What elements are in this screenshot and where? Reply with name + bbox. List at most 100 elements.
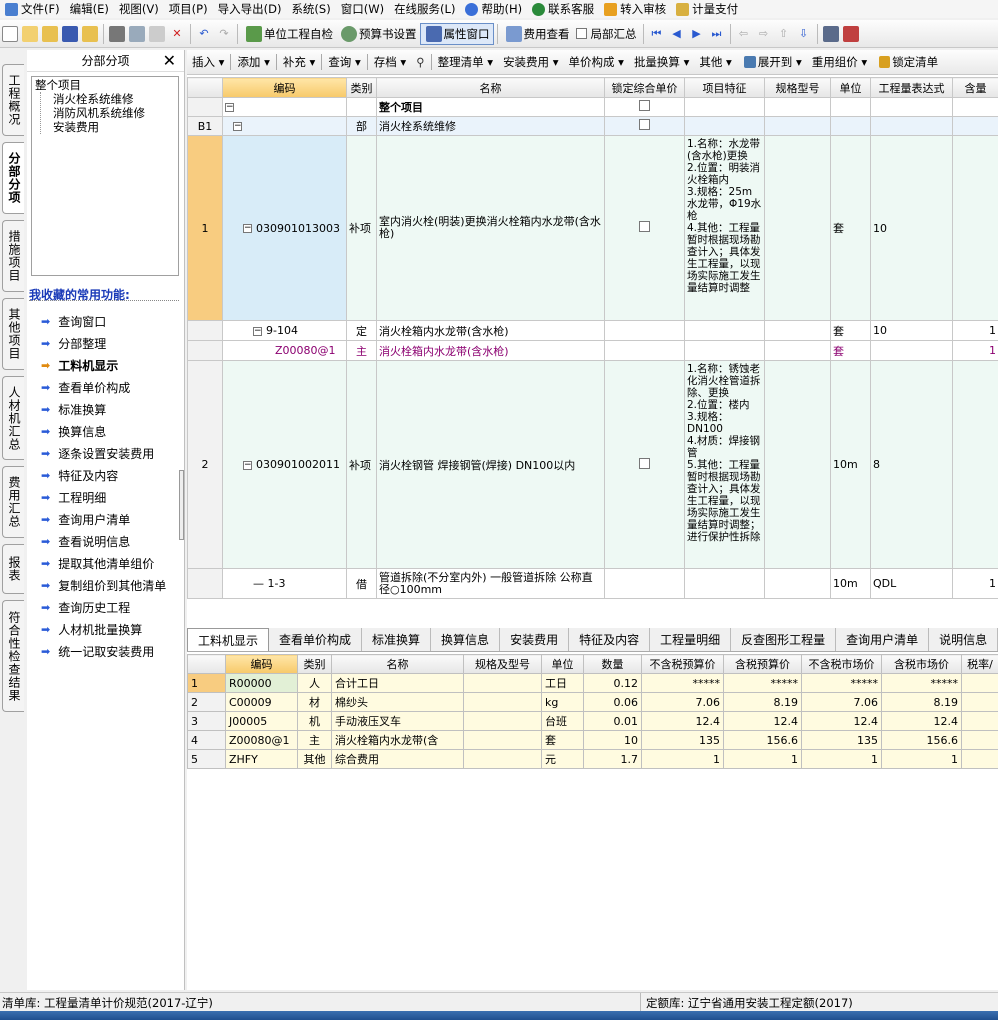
name-cell[interactable]: 合计工日 [331,673,464,693]
left-panel-splitter[interactable] [179,470,184,540]
archive-button[interactable]: 存档 ▾ [369,54,411,70]
menu-payment[interactable]: 计量支付 [671,0,743,18]
fav-division-organize[interactable]: ➡ 分部整理 [41,332,166,354]
unit-price-button[interactable]: 单价构成 ▾ [564,54,629,70]
type-cell[interactable]: 机 [297,711,332,731]
save-icon[interactable] [62,25,78,42]
table-row[interactable]: B1 − 部 消火栓系统维修 [187,116,998,136]
menu-project[interactable]: 项目(P) [164,0,213,18]
code-cell[interactable]: J00005 [225,711,298,731]
table-row[interactable]: 5 ZHFY 其他 综合费用 元 1.7 1 1 1 1 [187,749,998,769]
type-cell[interactable]: 材 [297,692,332,712]
price-cell[interactable]: 12.4 [881,711,962,731]
menu-system[interactable]: 系统(S) [286,0,335,18]
unit-cell[interactable]: 元 [541,749,584,769]
fav-unit-price[interactable]: ➡ 查看单价构成 [41,376,166,398]
sub-col-spec[interactable]: 规格及型号 [463,654,542,674]
redo-icon[interactable]: ↷ [216,26,232,42]
col-qty-expr[interactable]: 工程量表达式 [870,77,953,98]
tab-labor-material-summary[interactable]: 人材机汇总 [2,376,24,460]
table-row[interactable]: Z00080@1 主 消火栓箱内水龙带(含水枪) 套 1 [187,340,998,361]
tab-features[interactable]: 特征及内容 [569,628,651,651]
tree-item[interactable]: 安装费用 [53,120,175,134]
property-window-button[interactable]: 属性窗口 [419,22,494,45]
spec-cell[interactable] [463,692,542,712]
name-cell[interactable]: 消火栓箱内水龙带(含 [331,730,464,750]
tax-cell[interactable] [961,711,998,731]
unit-cell[interactable]: 台班 [541,711,584,731]
last-icon[interactable]: ⏭ [709,26,725,42]
tab-labor-material-display[interactable]: 工料机显示 [187,628,270,651]
table-row[interactable]: 2 C00009 材 棉纱头 kg 0.06 7.06 8.19 7.06 8.… [187,692,998,712]
type-cell[interactable]: 主 [297,730,332,750]
table-row[interactable]: 1 R00000 人 合计工日 工日 0.12 ***** ***** ****… [187,673,998,693]
fav-conversion-info[interactable]: ➡ 换算信息 [41,420,166,442]
unit-cell[interactable]: 工日 [541,673,584,693]
collapse-icon[interactable]: − [253,326,262,336]
fav-labor-material-display[interactable]: ➡ 工料机显示 [41,354,166,376]
batch-convert-button[interactable]: 批量换算 ▾ [629,54,694,70]
tab-report[interactable]: 报表 [2,544,24,594]
reuse-pricing-button[interactable]: 重用组价 ▾ [807,54,872,70]
col-feature[interactable]: 项目特征 [684,77,765,98]
prev-icon[interactable]: ◀ [669,26,685,42]
menu-import-export[interactable]: 导入导出(D) [213,0,287,18]
type-cell[interactable]: 人 [297,673,332,693]
fav-copy-pricing[interactable]: ➡ 复制组价到其他清单 [41,574,166,596]
lock-checkbox[interactable] [639,457,650,469]
delete-icon[interactable]: ✕ [169,26,185,42]
sub-col-unit[interactable]: 单位 [541,654,584,674]
undo-icon[interactable]: ↶ [196,26,212,42]
fav-history[interactable]: ➡ 查询历史工程 [41,596,166,618]
menu-online[interactable]: 在线服务(L) [389,0,460,18]
lock-checkbox[interactable] [639,100,650,111]
collapse-icon[interactable]: − [233,122,242,131]
fav-description[interactable]: ➡ 查看说明信息 [41,530,166,552]
price-cell[interactable]: ***** [723,673,802,693]
tab-graphic-quantity[interactable]: 反查图形工程量 [731,628,837,651]
col-content[interactable]: 含量 [952,77,998,98]
local-summary-checkbox[interactable]: 局部汇总 [573,23,640,45]
open-icon[interactable] [42,25,58,42]
first-icon[interactable]: ⏮ [649,26,665,42]
binoculars-icon[interactable]: ⚲ [411,55,429,69]
formula-icon[interactable] [842,25,859,42]
unit-check-button[interactable]: 单位工程自检 [241,23,336,45]
fav-install-fee[interactable]: ➡ 逐条设置安装费用 [41,442,166,464]
col-unit[interactable]: 单位 [830,77,871,98]
table-row[interactable]: −9-104 定 消火栓箱内水龙带(含水枪) 套 10 1 [187,320,998,341]
fee-view-button[interactable]: 费用查看 [501,23,573,45]
sub-col-budget-ex[interactable]: 不含税预算价 [641,654,724,674]
price-cell[interactable]: 12.4 [723,711,802,731]
fav-batch-conversion[interactable]: ➡ 人材机批量换算 [41,618,166,640]
lock-checkbox[interactable] [639,221,650,232]
table-row[interactable]: − 整个项目 [187,97,998,117]
other-button[interactable]: 其他 ▾ [694,54,736,70]
lock-checkbox[interactable] [639,119,650,130]
calculator-icon[interactable] [822,25,839,42]
name-cell[interactable]: 手动液压叉车 [331,711,464,731]
table-row[interactable]: 1 −030901013003 补项 室内消火栓(明装)更换消火栓箱内水龙带(含… [187,135,998,321]
table-row[interactable]: 3 J00005 机 手动液压叉车 台班 0.01 12.4 12.4 12.4… [187,711,998,731]
table-row[interactable]: — 1-3 借 管道拆除(不分室内外) 一般管道拆除 公称直径○100mm 10… [187,568,998,599]
menu-window[interactable]: 窗口(W) [336,0,389,18]
price-cell[interactable]: 156.6 [723,730,802,750]
price-cell[interactable]: 1 [723,749,802,769]
price-cell[interactable]: 135 [641,730,724,750]
qty-cell[interactable]: 1.7 [583,749,642,769]
collapse-icon[interactable]: − [243,224,252,233]
col-type[interactable]: 类别 [346,77,377,98]
collapse-icon[interactable]: − [225,103,234,112]
col-code[interactable]: 编码 [222,77,347,98]
tree-root[interactable]: 整个项目 [35,78,175,92]
code-cell[interactable]: ZHFY [225,749,298,769]
table-row[interactable]: 4 Z00080@1 主 消火栓箱内水龙带(含 套 10 135 156.6 1… [187,730,998,750]
sub-col-market-inc[interactable]: 含税市场价 [881,654,962,674]
tab-measure-items[interactable]: 措施项目 [2,220,24,292]
type-cell[interactable]: 其他 [297,749,332,769]
sub-col-qty[interactable]: 数量 [583,654,642,674]
expand-to-button[interactable]: 展开到 ▾ [737,54,807,70]
code-cell[interactable]: Z00080@1 [225,730,298,750]
tax-cell[interactable] [961,692,998,712]
fav-query-window[interactable]: ➡ 查询窗口 [41,310,166,332]
